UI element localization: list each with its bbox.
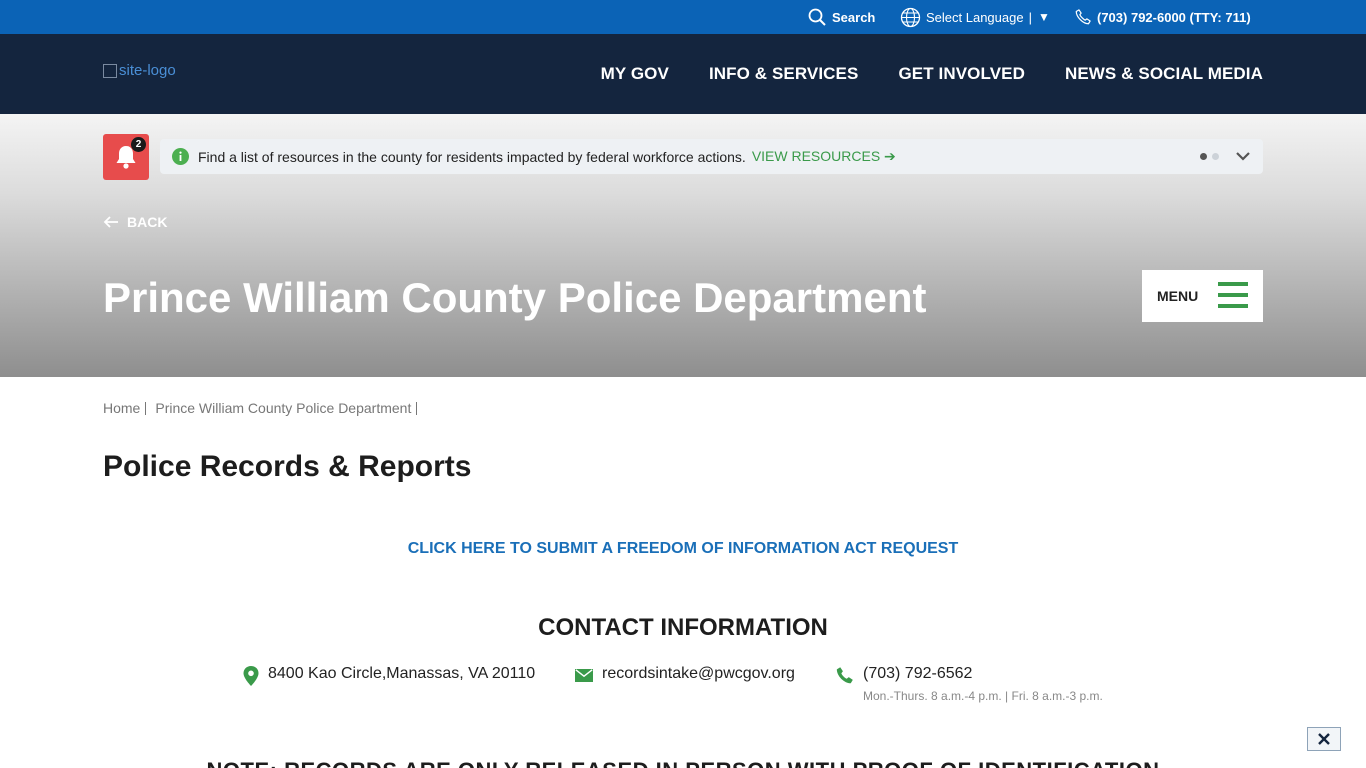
phone-text[interactable]: (703) 792-6562 [863,665,972,682]
phone-icon [1075,9,1091,25]
view-resources-link[interactable]: VIEW RESOURCES ➔ [752,148,896,165]
chevron-down-icon[interactable] [1235,150,1251,162]
main-phone-label: (703) 792-6000 (TTY: 711) [1097,9,1251,25]
contact-address: 8400 Kao Circle,Manassas, VA 20110 [243,665,535,686]
section-heading: Police Records & Reports [103,450,472,483]
breadcrumb-home[interactable]: Home [103,400,140,416]
site-logo[interactable]: site-logo [103,62,176,79]
breadcrumb-separator [416,401,418,415]
address-text: 8400 Kao Circle,Manassas, VA 20110 [268,665,536,682]
nav-news-social-media[interactable]: NEWS & SOCIAL MEDIA [1065,64,1263,84]
alert-count-badge: 2 [131,137,146,152]
language-selector[interactable]: Select Language | ▼ [900,0,1050,34]
contact-email[interactable]: recordsintake@pwcgov.org [575,665,795,683]
nav-info-services[interactable]: INFO & SERVICES [709,64,859,84]
language-label: Select Language [926,9,1024,25]
caret-down-icon: ▼ [1037,10,1050,24]
back-label: BACK [127,214,168,230]
nav-links: MY GOV INFO & SERVICES GET INVOLVED NEWS… [601,34,1263,114]
breadcrumb: Home Prince William County Police Depart… [103,400,426,416]
breadcrumb-police-department[interactable]: Prince William County Police Department [155,400,411,416]
contact-phone: (703) 792-6562 Mon.-Thurs. 8 a.m.-4 p.m.… [835,665,1103,703]
search-label: Search [832,9,876,25]
section-menu-button[interactable]: MENU [1142,270,1263,322]
page-title: Prince William County Police Department [103,274,927,321]
records-note: NOTE: RECORDS ARE ONLY RELEASED IN PERSO… [0,758,1366,768]
alert-dot-2[interactable] [1212,153,1219,160]
alerts-button[interactable]: 2 [103,134,149,180]
arrow-left-icon [103,216,118,228]
close-icon [1318,733,1330,745]
foia-request-link[interactable]: CLICK HERE TO SUBMIT A FREEDOM OF INFORM… [0,540,1366,558]
alert-banner: Find a list of resources in the county f… [160,139,1263,174]
breadcrumb-separator [145,401,147,415]
nav-get-involved[interactable]: GET INVOLVED [898,64,1025,84]
back-link[interactable]: BACK [103,214,167,230]
broken-image-icon [103,63,117,78]
map-pin-icon [243,666,259,686]
close-button[interactable] [1307,727,1341,751]
contact-heading: CONTACT INFORMATION [538,614,828,641]
info-icon [172,148,189,165]
envelope-icon [575,669,593,682]
hero-banner: 2 Find a list of resources in the county… [0,114,1366,377]
language-separator: | [1028,9,1032,25]
globe-icon [900,7,921,27]
search-button[interactable]: Search [808,0,875,34]
utility-bar: Search Select Language | ▼ (703) 792-600… [0,0,1366,34]
hamburger-icon [1218,282,1248,308]
alert-pagination [1200,153,1219,160]
logo-alt-text: site-logo [119,62,176,79]
nav-my-gov[interactable]: MY GOV [601,64,669,84]
main-phone-link[interactable]: (703) 792-6000 (TTY: 711) [1074,0,1251,34]
email-text[interactable]: recordsintake@pwcgov.org [602,665,795,683]
menu-label: MENU [1157,288,1199,304]
main-navigation: site-logo MY GOV INFO & SERVICES GET INV… [0,34,1366,114]
alert-dot-1[interactable] [1200,153,1207,160]
office-hours: Mon.-Thurs. 8 a.m.-4 p.m. | Fri. 8 a.m.-… [863,689,1103,703]
alert-message: Find a list of resources in the county f… [198,148,746,165]
phone-icon [836,667,853,684]
search-icon [808,8,826,26]
